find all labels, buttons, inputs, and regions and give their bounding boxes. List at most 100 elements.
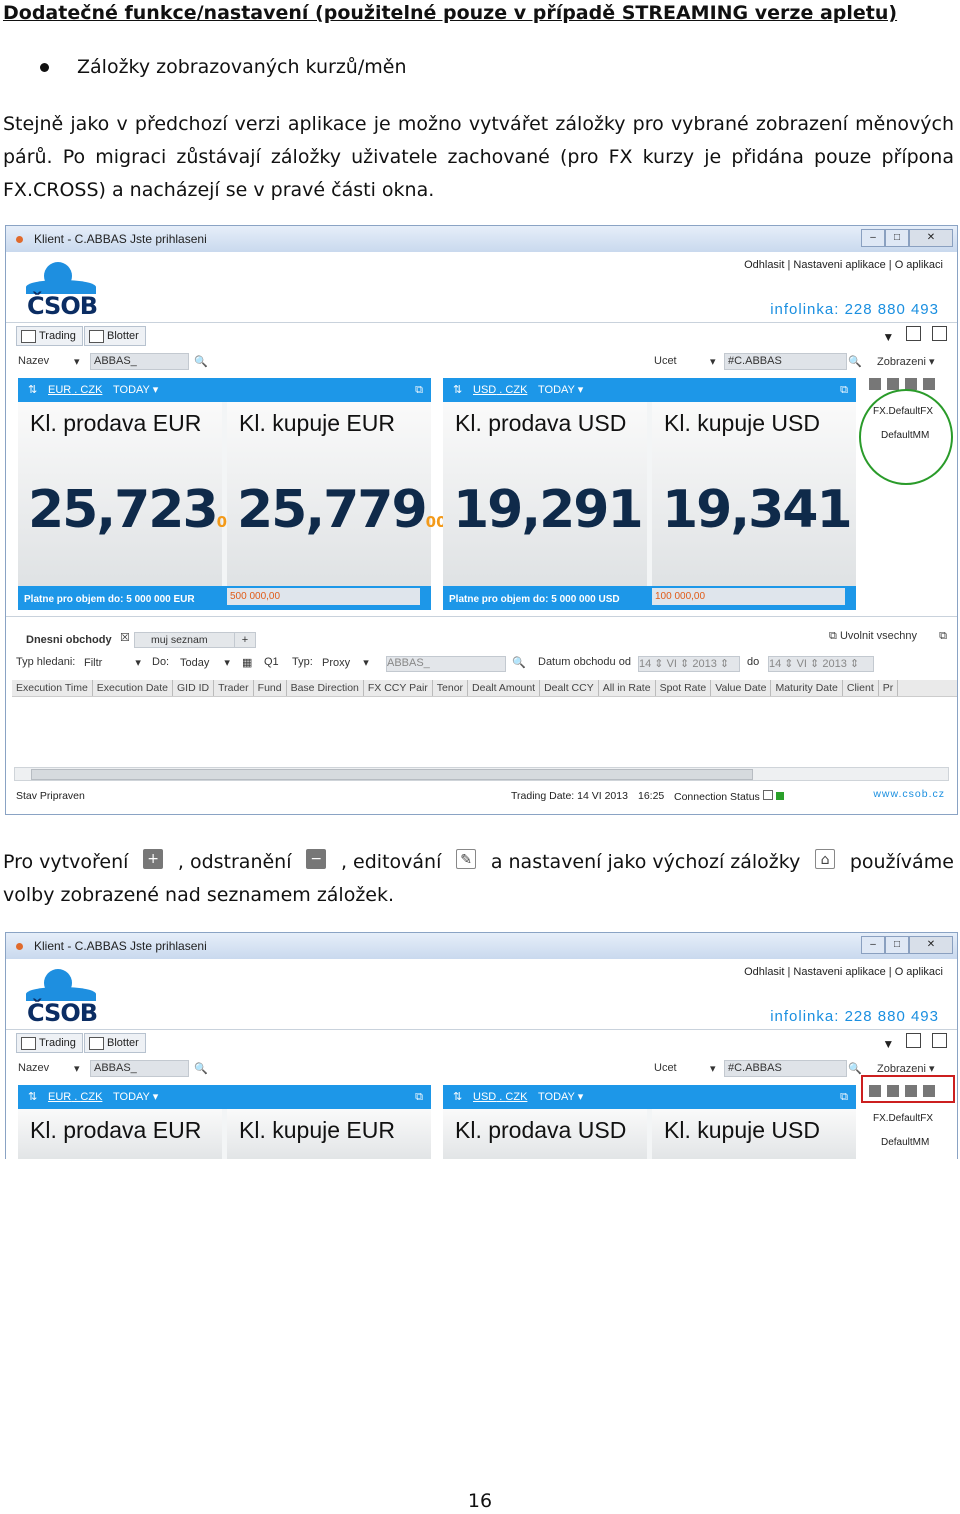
search-type-select[interactable]: Filtr ▾ <box>84 656 144 669</box>
column-header[interactable]: Maturity Date <box>771 680 843 696</box>
close-button[interactable]: ✕ <box>909 229 953 247</box>
search-icon[interactable]: 🔍 <box>848 1062 862 1075</box>
chevron-down-icon[interactable]: ▼ <box>882 1037 894 1051</box>
q1-label: Q1 <box>264 656 279 668</box>
top-links[interactable]: Odhlasit | Nastaveni aplikace | O aplika… <box>744 966 943 978</box>
column-header[interactable]: Execution Time <box>12 680 93 696</box>
name-input[interactable]: ABBAS_ <box>90 1060 189 1077</box>
column-header[interactable]: Trader <box>214 680 254 696</box>
chevron-down-icon[interactable]: ▾ <box>710 355 716 368</box>
currency-pair-link[interactable]: EUR . CZK <box>48 1085 102 1109</box>
search-icon[interactable]: 🔍 <box>194 1062 208 1075</box>
swap-icon[interactable]: ⇅ <box>28 1085 37 1109</box>
popout-icon[interactable]: ⧉ <box>415 378 423 402</box>
scroll-thumb[interactable] <box>31 769 753 780</box>
column-header[interactable]: Base Direction <box>287 680 364 696</box>
view-dropdown[interactable]: Zobrazeni ▾ <box>877 1062 935 1075</box>
amount-input[interactable]: 500 000,00 <box>227 588 420 605</box>
popout-icon[interactable]: ⧉ <box>840 378 848 402</box>
column-header[interactable]: Value Date <box>711 680 772 696</box>
swap-icon[interactable]: ⇅ <box>453 1085 462 1109</box>
period-dropdown[interactable]: TODAY ▾ <box>538 378 583 402</box>
sell-quote[interactable]: Kl. prodava USD 19,291 <box>443 402 647 586</box>
period-dropdown[interactable]: TODAY ▾ <box>113 378 158 402</box>
column-header[interactable]: All in Rate <box>599 680 656 696</box>
tab-trading[interactable]: Trading <box>16 326 83 346</box>
buy-quote[interactable]: Kl. kupuje USD <box>652 1109 856 1159</box>
add-icon[interactable] <box>869 378 881 390</box>
period-dropdown[interactable]: TODAY ▾ <box>113 1085 158 1109</box>
release-all-link[interactable]: ⧉ Uvolnit vsechny <box>829 630 917 643</box>
tab-blotter[interactable]: Blotter <box>84 326 146 346</box>
tab-blotter[interactable]: Blotter <box>84 1033 146 1053</box>
column-header[interactable]: Dealt Amount <box>468 680 541 696</box>
column-header[interactable]: Execution Date <box>93 680 174 696</box>
swap-icon[interactable]: ⇅ <box>28 378 37 402</box>
tab-today-trades[interactable]: Dnesni obchody <box>26 634 112 646</box>
search-icon[interactable]: 🔍 <box>848 355 862 368</box>
column-header[interactable]: Tenor <box>433 680 469 696</box>
minimize-button[interactable]: – <box>861 229 885 247</box>
chevron-down-icon[interactable]: ▾ <box>710 1062 716 1075</box>
chevron-down-icon[interactable]: ▾ <box>74 1062 80 1075</box>
layout-icon[interactable] <box>905 1033 921 1048</box>
currency-pair-link[interactable]: EUR . CZK <box>48 378 102 402</box>
search-list-icon <box>89 1037 104 1050</box>
column-header[interactable]: FX CCY Pair <box>364 680 433 696</box>
add-tab-button[interactable]: + <box>234 632 256 648</box>
tab-trading[interactable]: Trading <box>16 1033 83 1053</box>
currency-pair-link[interactable]: USD . CZK <box>473 1085 527 1109</box>
name-input[interactable]: ABBAS_ <box>90 353 189 370</box>
popout-icon[interactable]: ⧉ <box>840 1085 848 1109</box>
close-icon[interactable]: ☒ <box>120 631 130 644</box>
search-icon[interactable]: 🔍 <box>194 355 208 368</box>
date-from-input[interactable]: 14 ⇕ VI ⇕ 2013 ⇕ <box>638 656 740 672</box>
period-dropdown[interactable]: TODAY ▾ <box>538 1085 583 1109</box>
to-select[interactable]: Today ▾ <box>180 656 234 669</box>
view-dropdown[interactable]: Zobrazeni ▾ <box>877 355 935 368</box>
horizontal-scrollbar[interactable] <box>14 767 949 781</box>
column-header[interactable]: Fund <box>254 680 287 696</box>
window-icon[interactable] <box>932 1033 947 1048</box>
swap-icon[interactable]: ⇅ <box>453 378 462 402</box>
buy-quote[interactable]: Kl. kupuje USD 19,341 <box>652 402 856 586</box>
bookmark-item[interactable]: FX.DefaultFX <box>873 1113 933 1124</box>
date-to-input[interactable]: 14 ⇕ VI ⇕ 2013 ⇕ <box>768 656 874 672</box>
chevron-down-icon[interactable]: ▼ <box>882 330 894 344</box>
sell-quote[interactable]: Kl. prodava EUR 25,72300 <box>18 402 238 586</box>
close-button[interactable]: ✕ <box>909 936 953 954</box>
chevron-down-icon[interactable]: ▾ <box>74 355 80 368</box>
home-icon[interactable] <box>923 378 935 390</box>
account-input[interactable]: #C.ABBAS <box>724 1060 847 1077</box>
window-icon[interactable] <box>932 326 947 341</box>
remove-icon[interactable] <box>887 378 899 390</box>
column-header[interactable]: Dealt CCY <box>540 680 599 696</box>
account-input[interactable]: #C.ABBAS <box>724 353 847 370</box>
tab-my-list[interactable]: muj seznam <box>134 632 244 648</box>
maximize-button[interactable]: □ <box>885 936 909 954</box>
window-icon[interactable]: ⧉ <box>939 630 947 643</box>
maximize-button[interactable]: □ <box>885 229 909 247</box>
amount-input[interactable]: 100 000,00 <box>652 588 845 605</box>
name-filter-input[interactable]: ABBAS_ <box>386 656 506 672</box>
search-icon[interactable]: 🔍 <box>512 656 526 669</box>
sell-quote[interactable]: Kl. prodava EUR <box>18 1109 222 1159</box>
minimize-button[interactable]: – <box>861 936 885 954</box>
top-links[interactable]: Odhlasit | Nastaveni aplikace | O aplika… <box>744 259 943 271</box>
sell-title: Kl. prodava USD <box>455 1117 627 1143</box>
column-header[interactable]: Pr <box>879 680 899 696</box>
sell-quote[interactable]: Kl. prodava USD <box>443 1109 647 1159</box>
buy-quote[interactable]: Kl. kupuje EUR <box>227 1109 431 1159</box>
panel-header: ⇅ EUR . CZK TODAY ▾ ⧉ <box>18 1085 431 1109</box>
column-header[interactable]: Client <box>843 680 879 696</box>
typ-select[interactable]: Proxy ▾ <box>322 656 372 669</box>
popout-icon[interactable]: ⧉ <box>415 1085 423 1109</box>
website-link[interactable]: www.csob.cz <box>873 788 945 800</box>
calendar-icon[interactable]: ▦ <box>242 656 252 669</box>
column-header[interactable]: Spot Rate <box>656 680 712 696</box>
buy-quote[interactable]: Kl. kupuje EUR 25,77900 <box>227 402 447 586</box>
layout-icon[interactable] <box>905 326 921 341</box>
bookmark-item[interactable]: DefaultMM <box>881 1137 929 1148</box>
column-header[interactable]: GID ID <box>173 680 215 696</box>
currency-pair-link[interactable]: USD . CZK <box>473 378 527 402</box>
